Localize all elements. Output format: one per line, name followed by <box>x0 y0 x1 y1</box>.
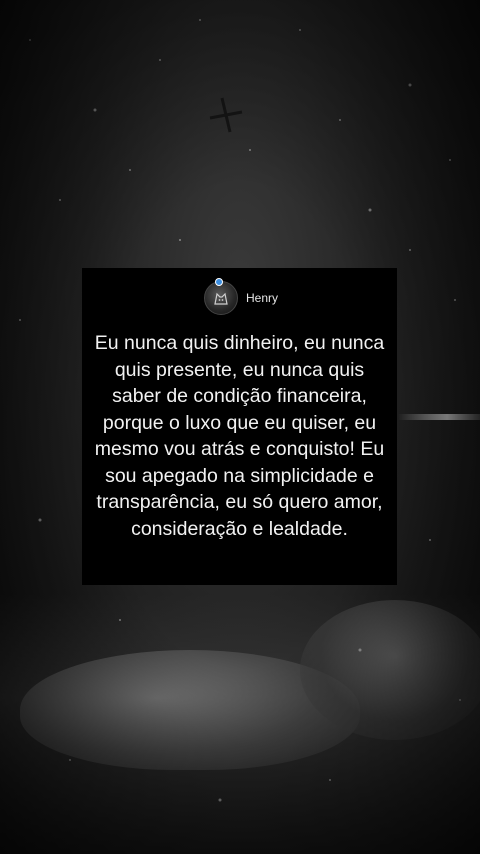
author-name[interactable]: Henry <box>246 291 278 305</box>
quote-card: Henry Eu nunca quis dinheiro, eu nunca q… <box>82 268 397 585</box>
avatar[interactable] <box>204 278 238 315</box>
post-header: Henry <box>204 278 278 316</box>
verified-badge-icon <box>215 278 223 286</box>
cat-avatar-icon <box>204 281 238 315</box>
quote-text: Eu nunca quis dinheiro, eu nunca quis pr… <box>94 332 385 540</box>
